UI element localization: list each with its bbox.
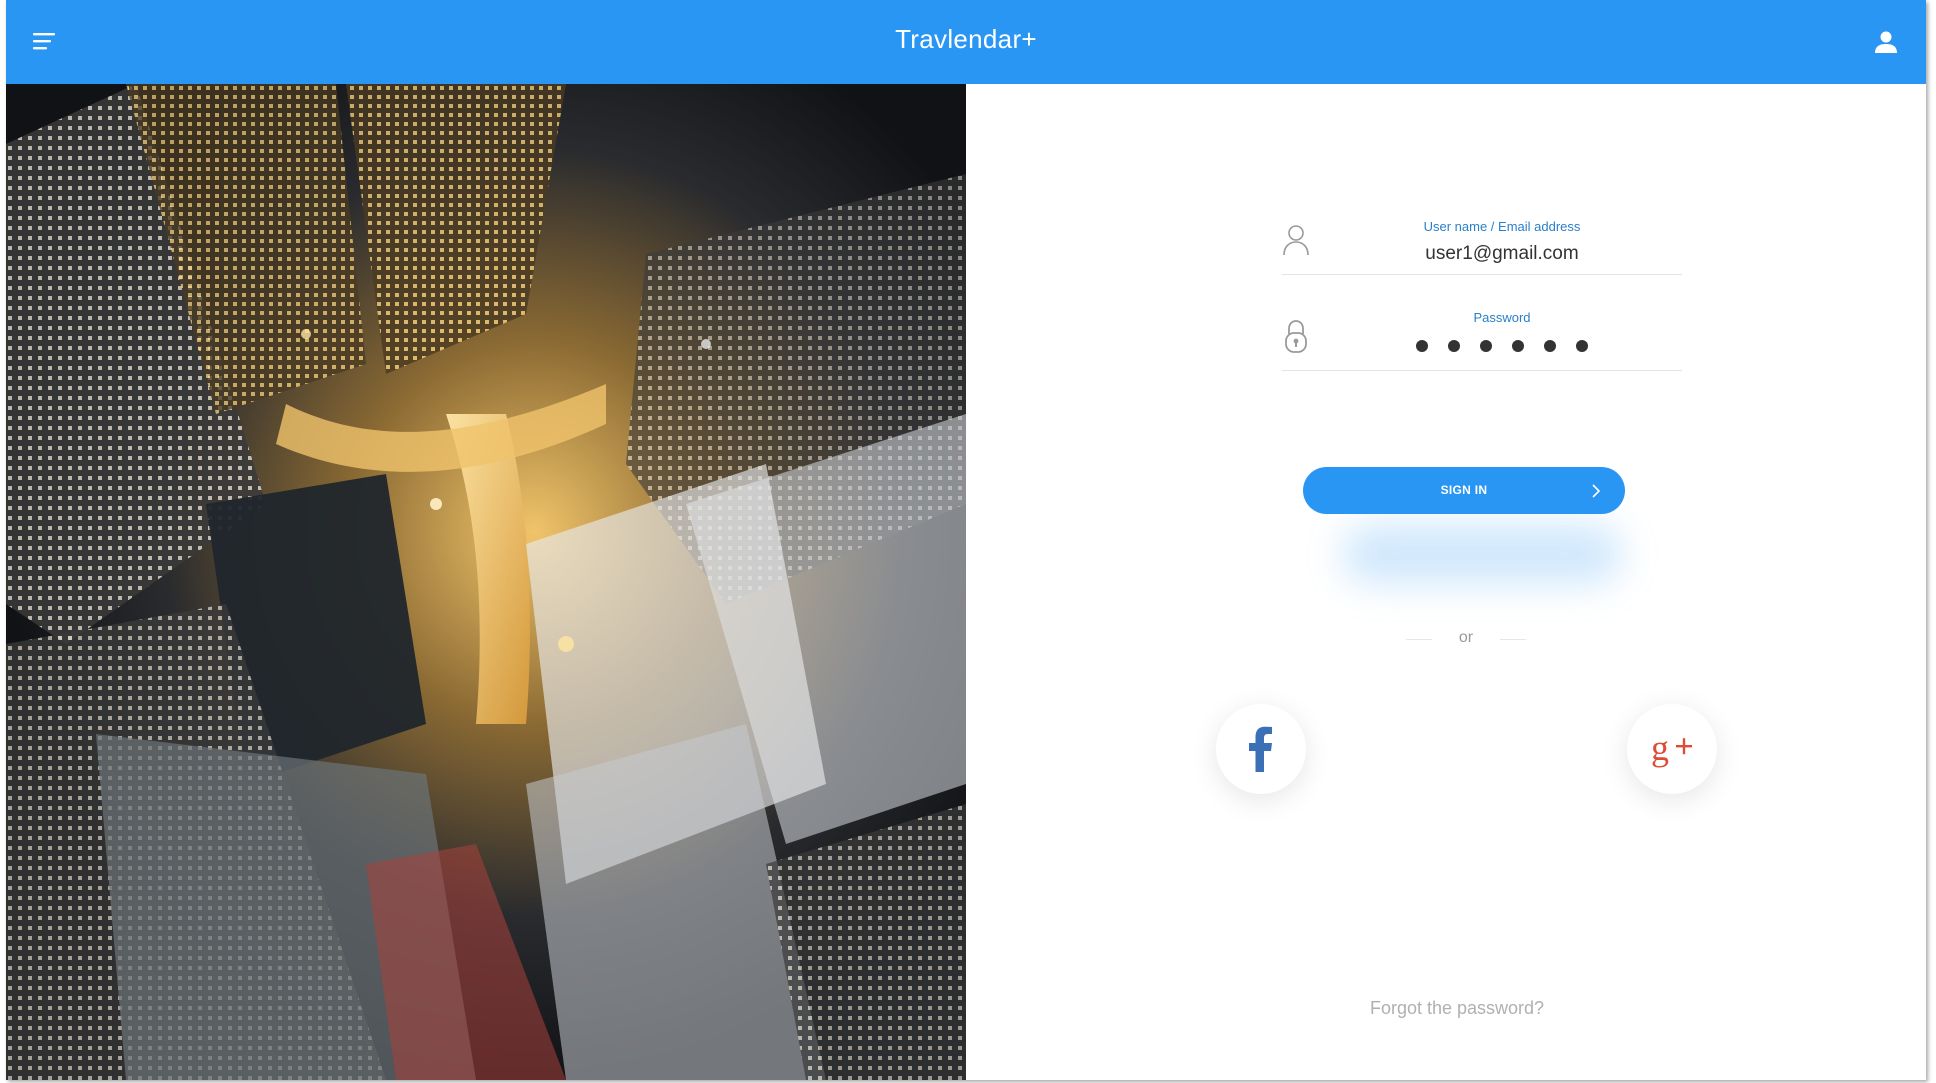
password-dot [1576,340,1588,352]
user-profile-icon [1875,31,1897,53]
divider-line-right [1500,639,1526,640]
google-plus-login-button[interactable]: g [1627,704,1717,794]
user-outline-icon [1283,225,1309,256]
login-panel: User name / Email address user1@gmail.co… [966,84,1926,1080]
signin-button[interactable]: SIGN IN [1303,467,1625,514]
signin-label: SIGN IN [1440,483,1488,497]
city-aerial-photo [6,84,966,1080]
username-field: User name / Email address user1@gmail.co… [1282,219,1682,275]
username-input[interactable]: user1@gmail.com [1322,243,1682,265]
signin-button-shadow [1342,524,1622,584]
password-field: Password [1282,310,1682,371]
app-window: Travlendar+ User name / Email address us… [6,0,1926,1080]
or-divider: or [1406,629,1526,649]
padlock-icon [1285,320,1307,353]
or-text: or [1458,629,1474,646]
profile-button[interactable] [1872,28,1900,56]
chevron-right-icon [1592,484,1601,498]
password-input[interactable] [1322,339,1682,353]
forgot-password-link[interactable]: Forgot the password? [966,998,1926,1019]
password-label: Password [1473,310,1531,325]
app-title: Travlendar+ [895,24,1037,54]
password-dot [1512,340,1524,352]
password-dot [1448,340,1460,352]
username-label: User name / Email address [1423,219,1581,234]
facebook-icon [1249,726,1272,772]
password-dot [1480,340,1492,352]
password-dot [1416,340,1428,352]
password-dot [1544,340,1556,352]
google-plus-icon: g [1651,728,1692,768]
top-app-bar: Travlendar+ [6,0,1926,84]
facebook-login-button[interactable] [1216,704,1306,794]
divider-line-left [1406,639,1432,640]
svg-text:g: g [1651,728,1669,768]
